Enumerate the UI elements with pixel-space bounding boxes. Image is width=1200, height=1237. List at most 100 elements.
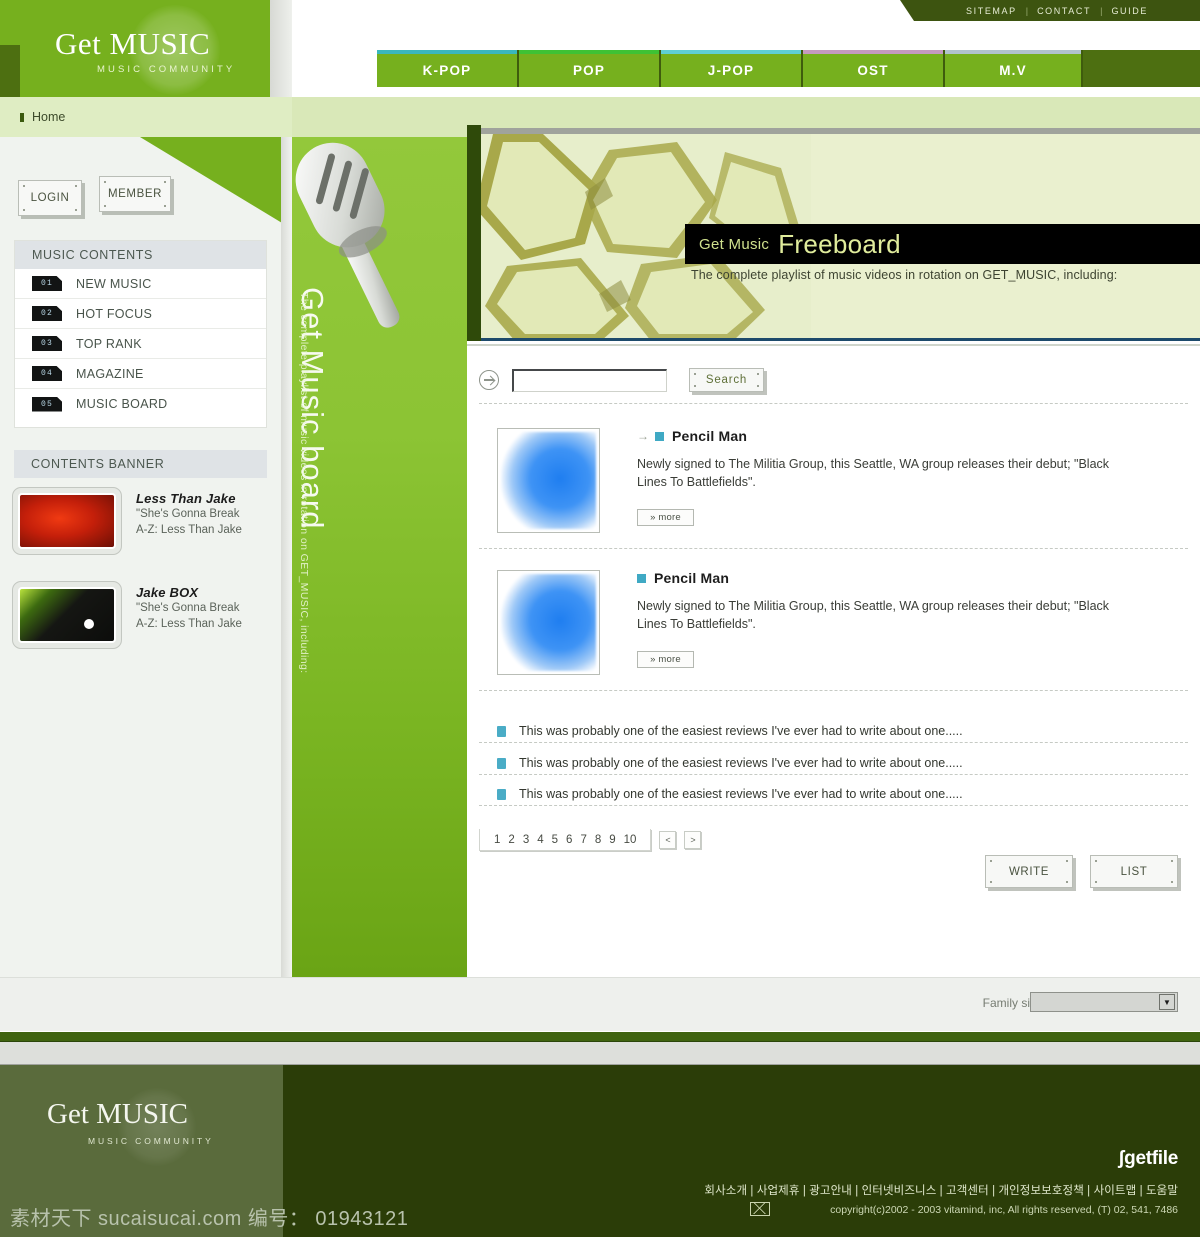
logo-subtitle: MUSIC COMMUNITY [97, 64, 236, 75]
sidebar-item-number: 03 [32, 336, 62, 351]
nav-tab-pop[interactable]: POP [519, 50, 661, 87]
page-number[interactable]: 8 [595, 834, 601, 846]
page-number[interactable]: 6 [566, 834, 572, 846]
content-body: Search → Pencil Man Newly signed to The … [467, 344, 1200, 977]
nav-tab-label: K-POP [422, 63, 472, 78]
site-logo[interactable]: Get MUSIC MUSIC COMMUNITY [0, 0, 270, 97]
article-divider [479, 548, 1188, 549]
list-item[interactable]: This was probably one of the easiest rev… [497, 756, 1187, 770]
footer-logo-text: Get MUSIC [47, 1098, 188, 1130]
breadcrumb: Home [20, 110, 65, 124]
list-item[interactable]: This was probably one of the easiest rev… [497, 787, 1187, 801]
nav-tab-kpop[interactable]: K-POP [377, 50, 519, 87]
list-bullet-icon [497, 757, 506, 769]
breadcrumb-home-link[interactable]: Home [32, 110, 65, 124]
search-bar: Search [479, 368, 764, 392]
pagination: 1 2 3 4 5 6 7 8 9 10 < > [479, 829, 702, 851]
sidebar-item-hot-focus[interactable]: 02 HOT FOCUS [15, 299, 266, 329]
getfile-logo: ʃgetfile [1118, 1148, 1178, 1169]
nav-tab-accent [377, 50, 517, 54]
sidebar-item-magazine[interactable]: 04 MAGAZINE [15, 359, 266, 389]
member-button-label: MEMBER [107, 188, 163, 200]
page-number[interactable]: 5 [552, 834, 558, 846]
sidebar-item-number: 05 [32, 396, 62, 412]
page-number[interactable]: 10 [624, 834, 637, 846]
nav-tab-accent [661, 50, 801, 54]
banner-line-2: A-Z: Less Than Jake [136, 524, 242, 536]
sidebar-item-top-rank[interactable]: 03 TOP RANK [15, 329, 266, 359]
banner-thumbnail [12, 581, 122, 649]
topmenu-item-sitemap[interactable]: SITEMAP [957, 6, 1026, 16]
list-button-label: LIST [1120, 865, 1148, 878]
main-navigation: K-POP POP J-POP OST M.V [377, 50, 1200, 87]
write-button[interactable]: WRITE [985, 855, 1073, 888]
list-item-text: This was probably one of the easiest rev… [519, 756, 963, 770]
nav-tab-jpop[interactable]: J-POP [661, 50, 803, 87]
article-more-button[interactable]: » more [637, 509, 694, 526]
page-banner-prefix: Get Music [699, 235, 770, 253]
article-title: Pencil Man [672, 428, 748, 444]
article-thumbnail-image [501, 574, 596, 671]
article-body: Newly signed to The Militia Group, this … [637, 599, 1110, 631]
nav-tab-ost[interactable]: OST [803, 50, 945, 87]
search-button[interactable]: Search [689, 368, 764, 392]
list-divider [479, 774, 1188, 775]
banner-item-jake-box[interactable]: Jake BOX "She's Gonna Break A-Z: Less Th… [12, 581, 242, 649]
list-button[interactable]: LIST [1090, 855, 1178, 888]
page-number[interactable]: 1 [494, 834, 500, 846]
list-divider [479, 742, 1188, 743]
list-bullet-icon [497, 788, 506, 800]
write-button-label: WRITE [1008, 865, 1050, 878]
member-button[interactable]: MEMBER [99, 176, 171, 212]
login-button[interactable]: LOGIN [18, 180, 82, 216]
article-thumbnail [497, 428, 600, 533]
search-input[interactable] [512, 368, 667, 392]
nav-tab-label: M.V [999, 63, 1027, 78]
top-utility-menu: SITEMAP | CONTACT | GUIDE [900, 0, 1200, 21]
banner-title: Jake BOX [136, 585, 199, 600]
page-number[interactable]: 2 [508, 834, 514, 846]
sidebar-item-new-music[interactable]: 01 NEW MUSIC [15, 269, 266, 299]
article-more-button[interactable]: » more [637, 651, 694, 668]
list-item-text: This was probably one of the easiest rev… [519, 724, 963, 738]
banner-line-1: "She's Gonna Break [136, 508, 240, 520]
logo-shadow [270, 0, 292, 97]
list-item-text: This was probably one of the easiest rev… [519, 787, 963, 801]
topmenu-item-guide[interactable]: GUIDE [1102, 6, 1157, 16]
nav-tab-mv[interactable]: M.V [945, 50, 1083, 87]
page-banner: Get Music Freeboard The complete playlis… [481, 128, 1200, 341]
nav-tab-accent [803, 50, 943, 54]
sidebar-item-music-board[interactable]: 05 MUSIC BOARD [15, 389, 266, 419]
content-left-dark-column [467, 125, 481, 341]
page-number[interactable]: 4 [537, 834, 543, 846]
page-number[interactable]: 9 [609, 834, 615, 846]
watermark-text: 素材天下 sucaisucai.com 编号： 01943121 [10, 1208, 409, 1230]
footer-gray-gap [0, 1042, 1200, 1065]
list-item[interactable]: This was probably one of the easiest rev… [497, 724, 1187, 738]
nav-tab-label: J-POP [707, 63, 755, 78]
banner-item-less-than-jake[interactable]: Less Than Jake "She's Gonna Break A-Z: L… [12, 487, 242, 555]
pagination-prev-button[interactable]: < [659, 831, 677, 849]
sidebar-item-label: MAGAZINE [76, 366, 144, 381]
list-divider [479, 805, 1188, 806]
vertical-panel-subtitle: The complete playlist of music videos in… [298, 292, 310, 674]
banner-thumbnail-image [18, 587, 116, 643]
article-title: Pencil Man [654, 570, 730, 586]
topmenu-item-contact[interactable]: CONTACT [1028, 6, 1100, 16]
article-divider [479, 690, 1188, 691]
pagination-next-button[interactable]: > [684, 831, 702, 849]
watermark-bar: 素材天下 sucaisucai.com 编号： 01943121 [0, 1192, 1200, 1237]
search-divider [479, 403, 1188, 404]
sidebar-item-number: 04 [32, 366, 62, 381]
logo-text: Get MUSIC [55, 26, 211, 61]
music-contents-header: MUSIC CONTENTS [15, 241, 266, 269]
sidebar-item-label: TOP RANK [76, 336, 142, 351]
page-number[interactable]: 7 [580, 834, 586, 846]
family-site-select[interactable]: ▼ [1030, 992, 1178, 1012]
page-number[interactable]: 3 [523, 834, 529, 846]
banner-thumbnail-image [18, 493, 116, 549]
nav-tab-label: POP [572, 63, 606, 78]
page-title: Freeboard [778, 228, 901, 259]
sidebar-item-number: 01 [32, 276, 62, 291]
page-banner-description: The complete playlist of music videos in… [691, 268, 1118, 282]
